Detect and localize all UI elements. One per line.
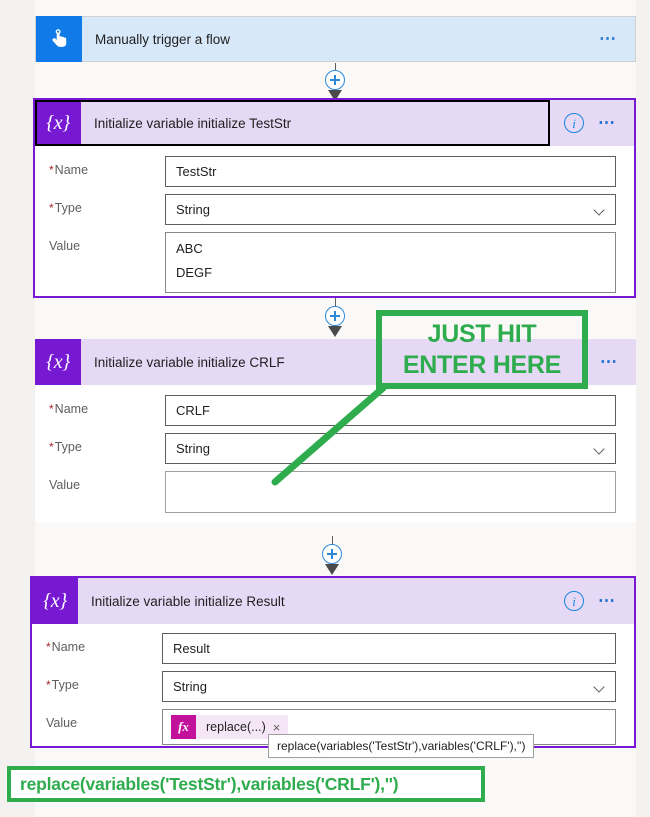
- field-row-name-teststr: *Name TestStr: [35, 156, 634, 187]
- required-asterisk: *: [46, 640, 51, 654]
- variable-braces-icon: {x}: [35, 339, 81, 385]
- flow-designer-canvas: Manually trigger a flow ⋯ {x} Initialize…: [0, 0, 650, 817]
- variable-braces-icon: {x}: [32, 578, 78, 624]
- field-row-type-teststr: *Type String: [35, 194, 634, 225]
- card-title-result: Initialize variable initialize Result: [91, 593, 285, 609]
- annotation-expression-text: replace(variables('TestStr'),variables('…: [20, 773, 399, 794]
- card-header-result[interactable]: {x} Initialize variable initialize Resul…: [32, 578, 634, 624]
- trigger-card[interactable]: Manually trigger a flow ⋯: [35, 16, 636, 63]
- add-step-button-2[interactable]: [325, 306, 345, 326]
- required-asterisk: *: [49, 402, 54, 416]
- field-textarea-value-teststr[interactable]: ABC DEGF: [165, 232, 616, 293]
- field-row-type-result: *Type String: [32, 671, 634, 702]
- annotation-expression-box: replace(variables('TestStr'),variables('…: [7, 766, 485, 802]
- field-input-name-result[interactable]: Result: [162, 633, 616, 664]
- card-initialize-teststr[interactable]: {x} Initialize variable initialize TestS…: [33, 98, 636, 298]
- field-select-type-result[interactable]: String: [162, 671, 616, 702]
- field-row-value-crlf: Value: [35, 471, 636, 513]
- overflow-menu-button-result[interactable]: ⋯: [598, 592, 618, 609]
- add-step-button-3[interactable]: [322, 544, 342, 564]
- field-label-name-teststr: *Name: [49, 163, 89, 177]
- trigger-card-title: Manually trigger a flow: [95, 31, 231, 47]
- overflow-menu-button-teststr[interactable]: ⋯: [598, 114, 618, 131]
- field-row-name-crlf: *Name CRLF: [35, 395, 636, 426]
- expression-token-label: replace(...): [206, 720, 266, 734]
- chevron-down-icon-result: [595, 683, 605, 693]
- connector-3: [312, 536, 352, 578]
- required-asterisk: *: [49, 201, 54, 215]
- field-label-type-crlf: *Type: [49, 440, 82, 454]
- card-initialize-result[interactable]: {x} Initialize variable initialize Resul…: [30, 576, 636, 748]
- info-icon-result[interactable]: i: [564, 591, 584, 611]
- annotation-callout-line-1: JUST HIT: [427, 319, 537, 348]
- tap-hand-icon: [36, 16, 82, 62]
- field-label-type-result: *Type: [46, 678, 79, 692]
- expression-tooltip: replace(variables('TestStr'),variables('…: [268, 734, 535, 758]
- field-label-value-result: Value: [46, 716, 78, 730]
- card-actions-crlf: ⋯: [600, 353, 636, 370]
- field-row-value-teststr: Value ABC DEGF: [35, 232, 634, 293]
- field-label-value-teststr: Value: [49, 239, 81, 253]
- annotation-callout-box: JUST HIT ENTER HERE: [376, 310, 588, 389]
- field-row-name-result: *Name Result: [32, 633, 634, 664]
- connector-1: [315, 63, 355, 101]
- remove-token-icon[interactable]: ×: [273, 720, 289, 735]
- field-textarea-value-crlf[interactable]: [165, 471, 616, 513]
- info-icon-teststr[interactable]: i: [564, 113, 584, 133]
- variable-braces-icon: {x}: [35, 100, 81, 146]
- required-asterisk: *: [46, 678, 51, 692]
- field-label-value-crlf: Value: [49, 478, 81, 492]
- chevron-down-icon-teststr: [595, 206, 605, 216]
- card-header-teststr[interactable]: {x} Initialize variable initialize TestS…: [35, 100, 634, 146]
- trigger-card-actions: ⋯: [599, 30, 635, 47]
- value-line-2: DEGF: [176, 265, 213, 280]
- arrow-down-icon-2: [327, 326, 342, 337]
- field-select-type-teststr[interactable]: String: [165, 194, 616, 225]
- field-label-name-result: *Name: [46, 640, 86, 654]
- page-right-margin: [636, 0, 650, 817]
- overflow-menu-button-crlf[interactable]: ⋯: [600, 353, 620, 370]
- annotation-callout-line-2: ENTER HERE: [402, 350, 562, 379]
- value-line-1: ABC: [176, 241, 203, 256]
- connector-2: [315, 298, 355, 338]
- trigger-card-header[interactable]: Manually trigger a flow ⋯: [35, 16, 636, 62]
- trigger-overflow-menu-button[interactable]: ⋯: [599, 30, 619, 47]
- fx-icon: fx: [171, 715, 196, 739]
- field-label-type-teststr: *Type: [49, 201, 82, 215]
- field-input-name-crlf[interactable]: CRLF: [165, 395, 616, 426]
- required-asterisk: *: [49, 163, 54, 177]
- card-actions-teststr: i ⋯: [564, 113, 634, 133]
- card-title-teststr: Initialize variable initialize TestStr: [94, 115, 292, 131]
- field-row-type-crlf: *Type String: [35, 433, 636, 464]
- field-label-name-crlf: *Name: [49, 402, 89, 416]
- field-input-name-teststr[interactable]: TestStr: [165, 156, 616, 187]
- add-step-button-1[interactable]: [325, 70, 345, 90]
- required-asterisk: *: [49, 440, 54, 454]
- card-actions-result: i ⋯: [564, 591, 634, 611]
- chevron-down-icon-crlf: [595, 445, 605, 455]
- field-select-type-crlf[interactable]: String: [165, 433, 616, 464]
- arrow-down-icon-3: [324, 564, 339, 575]
